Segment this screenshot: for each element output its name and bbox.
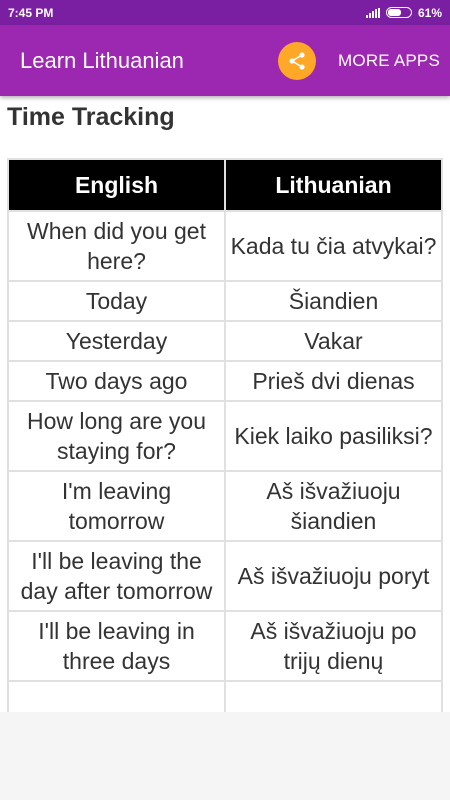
battery-fill	[387, 9, 402, 16]
more-apps-button[interactable]: MORE APPS	[338, 51, 440, 71]
header-english: English	[7, 158, 226, 212]
english-cell: Today	[7, 280, 226, 322]
table-row[interactable]	[7, 680, 443, 712]
table-header-row: English Lithuanian	[7, 158, 443, 212]
battery-percent: 61%	[417, 5, 442, 20]
header-lithuanian: Lithuanian	[224, 158, 443, 212]
table-row[interactable]: I'll be leaving the day after tomorrow A…	[7, 540, 443, 612]
status-indicators: 61%	[365, 5, 442, 20]
status-bar: 7:45 PM 61%	[0, 0, 450, 25]
lithuanian-cell	[224, 680, 443, 712]
share-icon	[289, 51, 305, 70]
table-row[interactable]: Today Šiandien	[7, 280, 443, 322]
battery-icon	[385, 7, 412, 18]
english-cell: I'll be leaving in three days	[7, 610, 226, 682]
lithuanian-cell: Aš išvažiuoju šiandien	[224, 470, 443, 542]
phrase-table-container[interactable]: English Lithuanian When did you get here…	[7, 158, 443, 712]
english-cell	[7, 680, 226, 712]
english-cell: I'm leaving tomorrow	[7, 470, 226, 542]
signal-icon	[365, 7, 380, 18]
status-time: 7:45 PM	[8, 5, 54, 20]
english-cell: When did you get here?	[7, 210, 226, 282]
phrase-table: English Lithuanian When did you get here…	[7, 158, 443, 712]
table-row[interactable]: I'm leaving tomorrow Aš išvažiuoju šiand…	[7, 470, 443, 542]
english-cell: Two days ago	[7, 360, 226, 402]
lithuanian-cell: Kiek laiko pasiliksi?	[224, 400, 443, 472]
lithuanian-cell: Vakar	[224, 320, 443, 362]
table-row[interactable]: Two days ago Prieš dvi dienas	[7, 360, 443, 402]
lithuanian-cell: Kada tu čia atvykai?	[224, 210, 443, 282]
lithuanian-cell: Prieš dvi dienas	[224, 360, 443, 402]
app-bar: Learn Lithuanian MORE APPS	[0, 25, 450, 96]
app-title: Learn Lithuanian	[20, 47, 184, 73]
english-cell: How long are you staying for?	[7, 400, 226, 472]
english-cell: Yesterday	[7, 320, 226, 362]
table-row[interactable]: How long are you staying for? Kiek laiko…	[7, 400, 443, 472]
page-title: Time Tracking	[7, 103, 175, 131]
table-row[interactable]: When did you get here? Kada tu čia atvyk…	[7, 210, 443, 282]
ad-placeholder	[0, 712, 450, 800]
lithuanian-cell: Šiandien	[224, 280, 443, 322]
english-cell: I'll be leaving the day after tomorrow	[7, 540, 226, 612]
table-row[interactable]: I'll be leaving in three days Aš išvažiu…	[7, 610, 443, 682]
lithuanian-cell: Aš išvažiuoju po trijų dienų	[224, 610, 443, 682]
table-row[interactable]: Yesterday Vakar	[7, 320, 443, 362]
share-button[interactable]	[278, 41, 317, 80]
lithuanian-cell: Aš išvažiuoju poryt	[224, 540, 443, 612]
